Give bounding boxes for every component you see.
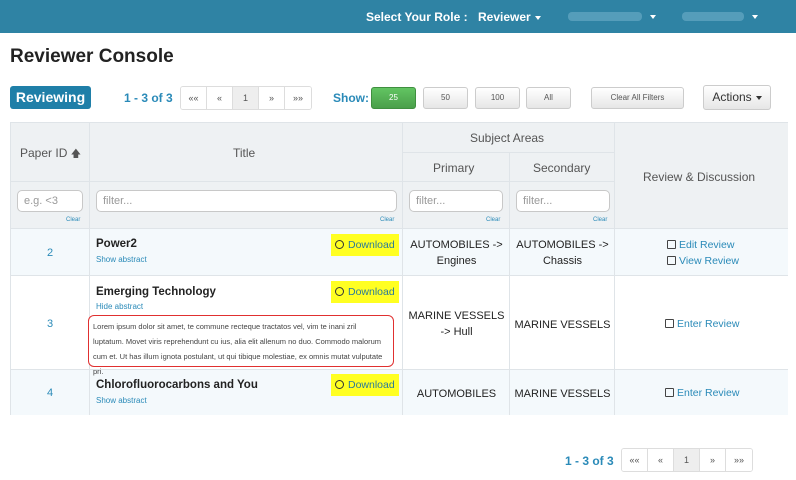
clear-paper-id-filter[interactable]: Clear — [66, 217, 80, 223]
caret-down-icon — [534, 15, 541, 20]
prev-page-button[interactable]: « — [648, 449, 674, 471]
primary-filter-input[interactable]: filter... — [409, 190, 503, 212]
clear-primary-filter[interactable]: Clear — [486, 217, 500, 223]
download-icon — [335, 286, 344, 296]
edit-icon — [665, 318, 674, 328]
download-icon — [335, 379, 344, 389]
download-button[interactable]: Download — [331, 374, 399, 396]
edit-review-link[interactable]: Edit Review — [667, 239, 734, 251]
paper-id-header — [11, 123, 90, 229]
enter-review-link[interactable]: Enter Review — [665, 318, 739, 330]
subject-areas-label: Subject Areas — [470, 131, 545, 145]
papers-table: Paper ID 🡅 Title Subject Areas Primary S… — [10, 122, 788, 415]
download-button[interactable]: Download — [331, 281, 399, 303]
paper-id-link[interactable]: 4 — [47, 387, 53, 399]
redacted-account-menu[interactable] — [682, 12, 744, 21]
first-page-button[interactable]: «« — [622, 449, 648, 471]
page-size-all-button[interactable]: All — [526, 87, 571, 109]
view-review-link[interactable]: View Review — [667, 255, 739, 267]
paper-title: Emerging Technology — [96, 286, 216, 298]
title-header-label: Title — [233, 146, 256, 160]
page-size-100-button[interactable]: 100 — [475, 87, 520, 109]
enter-review-link[interactable]: Enter Review — [665, 387, 739, 399]
clear-title-filter[interactable]: Clear — [380, 217, 394, 223]
role-label: Select Your Role : — [366, 10, 468, 24]
primary-subject: AUTOMOBILES -> Engines — [410, 239, 503, 267]
paper-id-header-label[interactable]: Paper ID 🡅 — [20, 146, 81, 164]
reviewing-badge: Reviewing — [10, 86, 91, 109]
prev-page-button[interactable]: « — [207, 87, 233, 109]
caret-down-icon — [752, 15, 758, 19]
last-page-button[interactable]: »» — [726, 449, 752, 471]
divider — [11, 181, 90, 182]
clear-all-filters-button[interactable]: Clear All Filters — [591, 87, 684, 109]
edit-icon — [665, 387, 674, 397]
caret-down-icon — [755, 95, 762, 100]
caret-down-icon — [650, 15, 656, 19]
title-header — [90, 123, 403, 229]
page-title: Reviewer Console — [10, 46, 174, 67]
download-icon — [335, 239, 344, 249]
bottom-pagination: «« « 1 » »» — [621, 448, 753, 472]
page-size-50-button[interactable]: 50 — [423, 87, 468, 109]
secondary-subject: AUTOMOBILES -> Chassis — [516, 239, 609, 267]
first-page-button[interactable]: «« — [181, 87, 207, 109]
secondary-subject: MARINE VESSELS — [514, 388, 611, 400]
secondary-filter-input[interactable]: filter... — [516, 190, 610, 212]
show-abstract-link[interactable]: Show abstract — [96, 255, 147, 264]
divider — [90, 181, 403, 182]
divider — [403, 181, 615, 182]
show-abstract-link[interactable]: Show abstract — [96, 396, 147, 405]
role-dropdown[interactable]: Reviewer — [478, 10, 541, 24]
list-icon — [667, 255, 676, 265]
paper-id-link[interactable]: 3 — [47, 318, 53, 330]
primary-subject: AUTOMOBILES — [416, 388, 497, 400]
title-filter-input[interactable]: filter... — [96, 190, 397, 212]
primary-label: Primary — [433, 161, 475, 175]
sort-up-icon: 🡅 — [70, 149, 81, 160]
page-1-button[interactable]: 1 — [674, 449, 700, 471]
page-size-25-button[interactable]: 25 — [371, 87, 416, 109]
paper-title: Power2 — [96, 238, 137, 250]
actions-label: Actions — [712, 90, 752, 104]
next-page-button[interactable]: » — [259, 87, 285, 109]
redacted-user-menu[interactable] — [568, 12, 642, 21]
top-navbar: Select Your Role : Reviewer — [0, 0, 796, 33]
top-pagination: «« « 1 » »» — [180, 86, 312, 110]
actions-dropdown[interactable]: Actions — [703, 85, 771, 110]
show-label: Show: — [333, 91, 369, 105]
paper-title: Chlorofluorocarbons and You — [96, 379, 258, 391]
abstract-text: Lorem ipsum dolor sit amet, te commune r… — [88, 315, 394, 376]
secondary-subject: MARINE VESSELS — [514, 319, 611, 331]
page-1-button[interactable]: 1 — [233, 87, 259, 109]
edit-icon — [667, 239, 676, 249]
role-value: Reviewer — [478, 10, 531, 24]
last-page-button[interactable]: »» — [285, 87, 311, 109]
review-discussion-label: Review & Discussion — [643, 170, 756, 184]
hide-abstract-link[interactable]: Hide abstract — [96, 302, 143, 311]
result-range: 1 - 3 of 3 — [124, 91, 173, 105]
bottom-result-range: 1 - 3 of 3 — [565, 454, 614, 468]
secondary-label: Secondary — [533, 161, 591, 175]
paper-id-link[interactable]: 2 — [47, 247, 53, 259]
primary-subject: MARINE VESSELS -> Hull — [408, 310, 505, 338]
paper-id-filter-input[interactable]: e.g. <3 — [17, 190, 83, 212]
clear-secondary-filter[interactable]: Clear — [593, 217, 607, 223]
table-cell — [615, 229, 788, 276]
download-button[interactable]: Download — [331, 234, 399, 256]
next-page-button[interactable]: » — [700, 449, 726, 471]
